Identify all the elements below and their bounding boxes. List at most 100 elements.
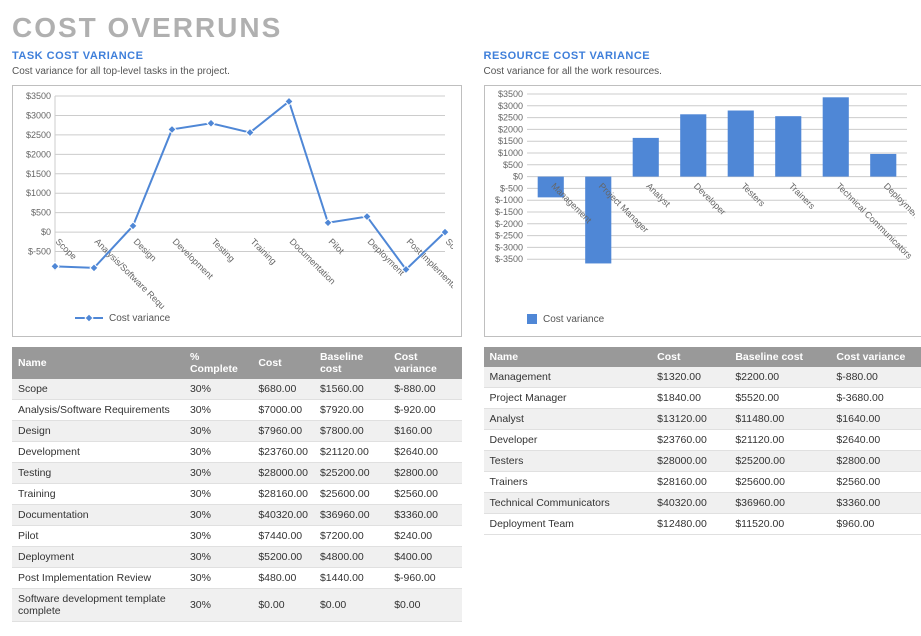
svg-text:$-500: $-500 [499, 183, 522, 193]
svg-text:Testing: Testing [210, 236, 237, 263]
table-cell: $12480.00 [651, 514, 729, 535]
table-cell: Trainers [484, 472, 652, 493]
table-cell: $2200.00 [729, 367, 830, 388]
table-header: Cost [651, 347, 729, 367]
table-header: Baseline cost [729, 347, 830, 367]
table-cell: Post Implementation Review [12, 568, 184, 589]
table-cell: $960.00 [830, 514, 921, 535]
table-cell: $40320.00 [651, 493, 729, 514]
table-cell: 30% [184, 484, 252, 505]
resource-row: Deployment Team$12480.00$11520.00$960.00 [484, 514, 921, 535]
table-cell: $7000.00 [252, 400, 314, 421]
svg-text:Analysis/Software Requ: Analysis/Software Requ [93, 236, 168, 311]
table-cell: $2560.00 [388, 484, 461, 505]
table-cell: $40320.00 [252, 505, 314, 526]
table-cell: Deployment Team [484, 514, 652, 535]
svg-text:$-3500: $-3500 [494, 254, 522, 264]
table-cell: $23760.00 [252, 442, 314, 463]
table-cell: Analysis/Software Requirements [12, 400, 184, 421]
table-cell: $-920.00 [388, 400, 461, 421]
table-cell: $3360.00 [830, 493, 921, 514]
svg-text:$2000: $2000 [497, 124, 522, 134]
svg-text:$-2000: $-2000 [494, 219, 522, 229]
task-row: Scope30%$680.00$1560.00$-880.00 [12, 379, 462, 400]
task-row: Pilot30%$7440.00$7200.00$240.00 [12, 526, 462, 547]
table-cell: $21120.00 [314, 442, 388, 463]
bar-chart-svg: $-3500$-3000$-2500$-2000$-1500$-1000$-50… [485, 86, 915, 336]
table-cell: $-880.00 [388, 379, 461, 400]
table-cell: $480.00 [252, 568, 314, 589]
resource-row: Testers$28000.00$25200.00$2800.00 [484, 451, 921, 472]
table-cell: $160.00 [388, 421, 461, 442]
table-cell: Developer [484, 430, 652, 451]
table-cell: $-960.00 [388, 568, 461, 589]
task-variance-subtitle: Cost variance for all top-level tasks in… [12, 66, 462, 77]
svg-text:$1000: $1000 [26, 188, 51, 198]
table-cell: $28160.00 [651, 472, 729, 493]
table-cell: $25600.00 [314, 484, 388, 505]
svg-text:$2500: $2500 [497, 113, 522, 123]
table-cell: $0.00 [314, 589, 388, 622]
table-cell: $5200.00 [252, 547, 314, 568]
task-row: Training30%$28160.00$25600.00$2560.00 [12, 484, 462, 505]
task-row: Post Implementation Review30%$480.00$144… [12, 568, 462, 589]
table-cell: $5520.00 [729, 388, 830, 409]
table-cell: Training [12, 484, 184, 505]
task-row: Development30%$23760.00$21120.00$2640.00 [12, 442, 462, 463]
table-cell: $7960.00 [252, 421, 314, 442]
resource-table: NameCostBaseline costCost variance Manag… [484, 347, 921, 535]
table-cell: $400.00 [388, 547, 461, 568]
svg-text:$3000: $3000 [497, 101, 522, 111]
table-cell: $25200.00 [729, 451, 830, 472]
table-cell: Technical Communicators [484, 493, 652, 514]
task-variance-title: TASK COST VARIANCE [12, 50, 462, 62]
table-cell: Testing [12, 463, 184, 484]
svg-text:$3000: $3000 [26, 110, 51, 120]
table-cell: $28000.00 [651, 451, 729, 472]
table-cell: Scope [12, 379, 184, 400]
table-cell: 30% [184, 463, 252, 484]
table-cell: 30% [184, 379, 252, 400]
svg-text:Analyst: Analyst [644, 181, 672, 209]
svg-text:Design: Design [132, 236, 159, 263]
table-header: Cost [252, 347, 314, 379]
svg-text:Testers: Testers [739, 181, 767, 209]
table-cell: Testers [484, 451, 652, 472]
table-cell: $13120.00 [651, 409, 729, 430]
table-cell: 30% [184, 568, 252, 589]
table-cell: $21120.00 [729, 430, 830, 451]
table-cell: $28160.00 [252, 484, 314, 505]
table-cell: $23760.00 [651, 430, 729, 451]
table-header: Cost variance [388, 347, 461, 379]
table-cell: $2800.00 [388, 463, 461, 484]
page-title: COST OVERRUNS [12, 12, 921, 44]
table-cell: $28000.00 [252, 463, 314, 484]
table-cell: $25600.00 [729, 472, 830, 493]
resource-row: Analyst$13120.00$11480.00$1640.00 [484, 409, 921, 430]
table-cell: 30% [184, 400, 252, 421]
table-cell: Development [12, 442, 184, 463]
table-cell: 30% [184, 421, 252, 442]
table-cell: Software development template complete [12, 589, 184, 622]
svg-text:$1500: $1500 [26, 169, 51, 179]
svg-text:Scope: Scope [54, 236, 79, 261]
table-cell: $2640.00 [830, 430, 921, 451]
table-cell: $4800.00 [314, 547, 388, 568]
resource-row: Developer$23760.00$21120.00$2640.00 [484, 430, 921, 451]
table-cell: Documentation [12, 505, 184, 526]
svg-text:Pilot: Pilot [327, 236, 347, 256]
svg-text:$500: $500 [502, 160, 522, 170]
task-row: Documentation30%$40320.00$36960.00$3360.… [12, 505, 462, 526]
svg-text:$3500: $3500 [497, 89, 522, 99]
resource-row: Technical Communicators$40320.00$36960.0… [484, 493, 921, 514]
table-cell: Pilot [12, 526, 184, 547]
table-cell: 30% [184, 589, 252, 622]
table-cell: $7920.00 [314, 400, 388, 421]
table-cell: Design [12, 421, 184, 442]
table-cell: 30% [184, 547, 252, 568]
table-cell: $7800.00 [314, 421, 388, 442]
svg-text:Technical Communicators: Technical Communicators [834, 181, 914, 261]
table-cell: $0.00 [252, 589, 314, 622]
table-cell: $680.00 [252, 379, 314, 400]
svg-text:$-500: $-500 [28, 247, 51, 257]
